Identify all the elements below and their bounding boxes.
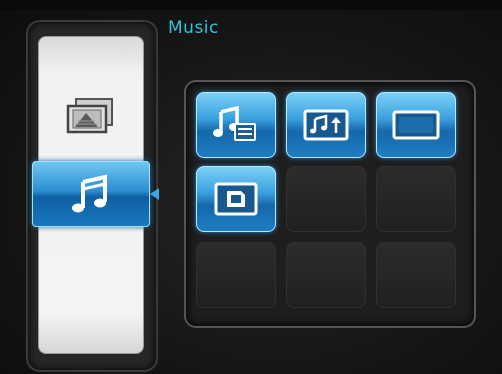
- tile-music-import[interactable]: [286, 92, 366, 158]
- memory-card-icon: [213, 181, 259, 217]
- photo-slideshow-icon: [64, 97, 116, 135]
- tile-empty: [196, 242, 276, 308]
- music-note-icon: [69, 172, 113, 216]
- tile-empty: [376, 166, 456, 232]
- page-title: Music: [168, 18, 219, 38]
- display-screen-icon: [391, 109, 441, 141]
- music-playlist-icon: [213, 106, 259, 144]
- tile-empty: [376, 242, 456, 308]
- sidebar-item-photos[interactable]: [60, 94, 120, 138]
- tile-empty: [286, 242, 366, 308]
- device-screen: Music: [0, 0, 502, 374]
- sidebar-item-music[interactable]: [32, 161, 150, 227]
- tile-display[interactable]: [376, 92, 456, 158]
- selection-pointer-icon: [150, 188, 159, 200]
- tile-empty: [286, 166, 366, 232]
- tile-memory-card[interactable]: [196, 166, 276, 232]
- music-import-icon: [302, 108, 350, 142]
- tile-music-playlist[interactable]: [196, 92, 276, 158]
